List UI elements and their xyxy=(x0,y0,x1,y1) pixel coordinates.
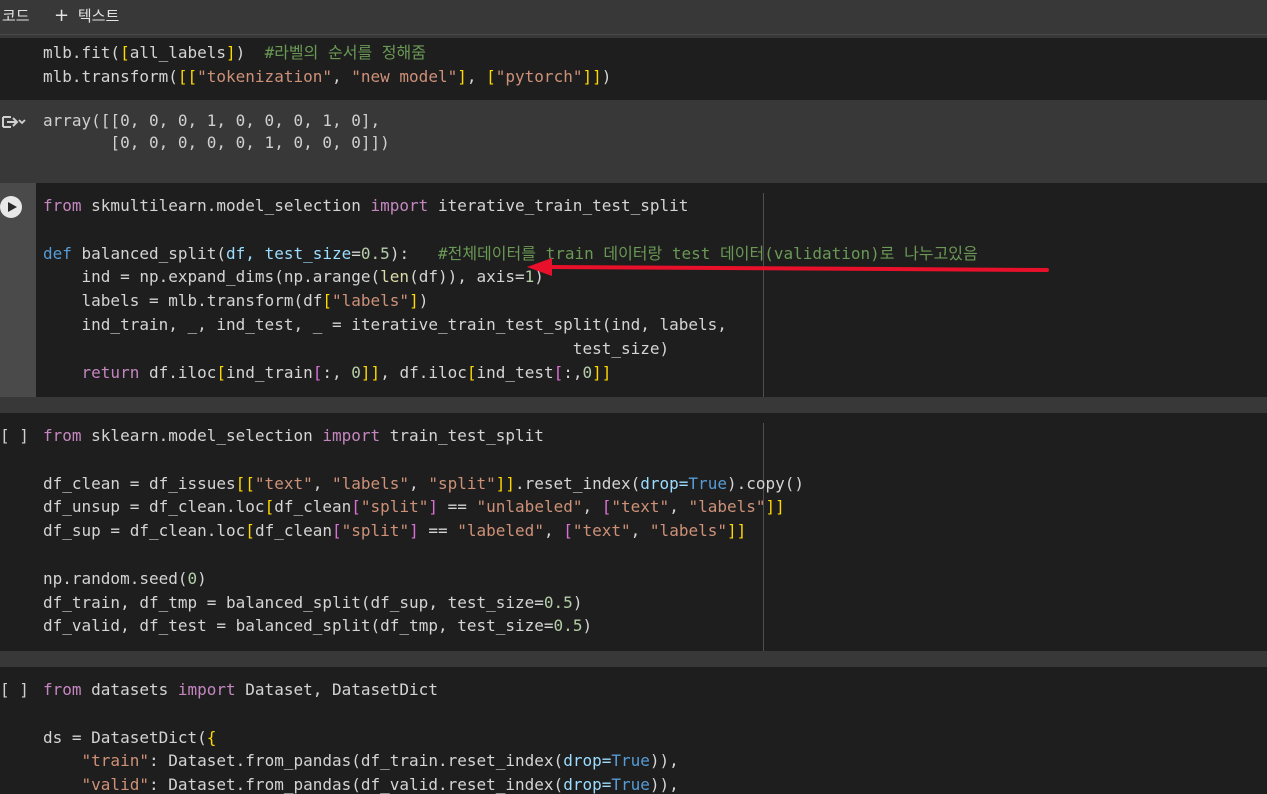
arrow-head xyxy=(527,258,552,276)
annotation-arrow xyxy=(527,258,1049,276)
arrow-line xyxy=(546,265,1049,272)
